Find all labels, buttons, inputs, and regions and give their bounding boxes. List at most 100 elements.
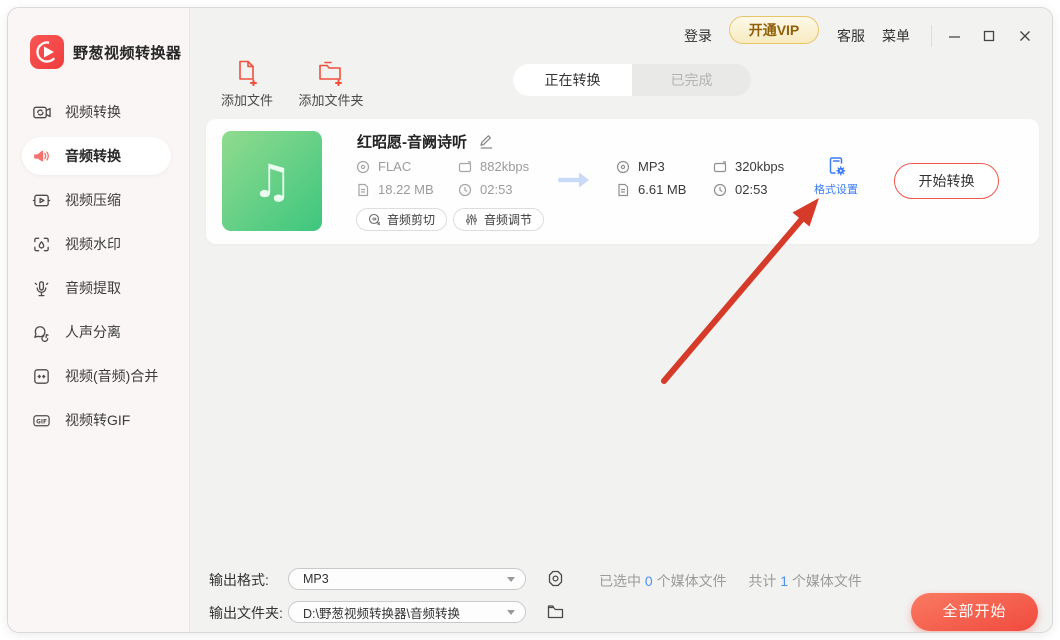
source-bitrate: 882kbps <box>458 159 529 174</box>
status-tabs: 正在转换 已完成 <box>513 64 751 96</box>
sidebar: 野葱视频转换器 视频转换 <box>8 8 190 632</box>
selected-unit: 个媒体文件 <box>657 573 727 589</box>
source-duration: 02:53 <box>458 182 513 197</box>
audio-thumbnail: ♫ <box>222 131 322 231</box>
audio-adjust-label: 音频调节 <box>484 211 532 228</box>
output-folder-label: 输出文件夹: <box>209 603 283 623</box>
audio-cut-tag[interactable]: 音频剪切 <box>356 208 447 231</box>
sidebar-item-label: 人声分离 <box>65 322 121 342</box>
maximize-icon[interactable] <box>976 24 1002 48</box>
open-folder-icon[interactable] <box>546 602 565 621</box>
vip-button[interactable]: 开通VIP <box>729 16 819 44</box>
output-duration: 02:53 <box>713 182 768 197</box>
sidebar-item-video-compress[interactable]: 视频压缩 <box>8 178 189 222</box>
menu-button[interactable]: 菜单 <box>882 22 910 50</box>
sidebar-item-video-to-gif[interactable]: GIF 视频转GIF <box>8 398 189 442</box>
video-convert-icon <box>32 103 51 122</box>
close-icon[interactable] <box>1012 24 1038 48</box>
output-size: 6.61 MB <box>616 182 686 197</box>
vocal-separate-icon <box>32 323 51 342</box>
source-format: FLAC <box>356 159 411 174</box>
add-file-label: 添加文件 <box>205 90 289 109</box>
sidebar-item-label: 视频转换 <box>65 102 121 122</box>
video-compress-icon <box>32 191 51 210</box>
sidebar-item-vocal-separate[interactable]: 人声分离 <box>8 310 189 354</box>
audio-adjust-tag[interactable]: 音频调节 <box>453 208 544 231</box>
tab-completed[interactable]: 已完成 <box>632 64 751 96</box>
sidebar-item-label: 音频提取 <box>65 278 121 298</box>
convert-arrow-icon <box>558 169 592 191</box>
sidebar-item-label: 视频(音频)合并 <box>65 366 158 386</box>
video-watermark-icon <box>32 235 51 254</box>
chevron-down-icon <box>507 577 515 582</box>
sidebar-nav: 视频转换 音频转换 <box>8 90 189 442</box>
output-folder-value: D:\野葱视频转换器\音频转换 <box>303 603 507 622</box>
total-label: 共计 <box>748 573 776 589</box>
titlebar-divider <box>931 25 932 47</box>
sidebar-item-audio-extract[interactable]: 音频提取 <box>8 266 189 310</box>
minimize-icon[interactable] <box>941 24 967 48</box>
add-folder-label: 添加文件夹 <box>289 90 373 109</box>
sidebar-item-media-merge[interactable]: 视频(音频)合并 <box>8 354 189 398</box>
bitrate-icon <box>713 160 727 174</box>
audio-convert-icon <box>32 147 51 166</box>
disc-icon <box>616 160 630 174</box>
file-size-icon <box>356 183 370 197</box>
titlebar: 登录 开通VIP 客服 菜单 <box>190 8 1053 64</box>
selected-label: 已选中 <box>599 573 641 589</box>
file-title: 红昭愿-音阙诗听 <box>357 131 467 152</box>
selected-count: 0 <box>645 573 653 589</box>
app-window: 野葱视频转换器 视频转换 <box>7 7 1053 633</box>
sidebar-item-label: 视频水印 <box>65 234 121 254</box>
app-root: 野葱视频转换器 视频转换 <box>0 0 1060 640</box>
app-logo-row: 野葱视频转换器 <box>30 35 182 69</box>
main-area: 登录 开通VIP 客服 菜单 <box>190 8 1053 633</box>
output-format: MP3 <box>616 159 665 174</box>
chevron-down-icon <box>507 610 515 615</box>
file-counts: 已选中 0 个媒体文件 共计 1 个媒体文件 <box>599 571 862 591</box>
sidebar-item-label: 视频压缩 <box>65 190 121 210</box>
output-format-select[interactable]: MP3 <box>288 568 526 590</box>
edit-title-icon[interactable] <box>478 133 495 150</box>
sidebar-item-audio-convert[interactable]: 音频转换 <box>8 134 189 178</box>
add-folder-icon <box>289 58 373 86</box>
file-row: ♫ 红昭愿-音阙诗听 FLAC <box>206 119 1039 244</box>
audio-extract-icon <box>32 279 51 298</box>
video-to-gif-icon: GIF <box>32 411 51 430</box>
audio-adjust-icon <box>465 213 478 226</box>
customer-service-button[interactable]: 客服 <box>837 22 865 50</box>
format-settings-icon <box>810 155 862 178</box>
clock-icon <box>458 183 472 197</box>
app-title: 野葱视频转换器 <box>73 42 182 63</box>
media-merge-icon <box>32 367 51 386</box>
clock-icon <box>713 183 727 197</box>
start-all-button[interactable]: 全部开始 <box>911 593 1038 631</box>
audio-cut-label: 音频剪切 <box>387 211 435 228</box>
output-bitrate: 320kbps <box>713 159 784 174</box>
total-count: 1 <box>780 573 788 589</box>
bitrate-icon <box>458 160 472 174</box>
output-format-value: MP3 <box>303 572 507 586</box>
add-folder-button[interactable]: 添加文件夹 <box>289 58 373 109</box>
tab-converting[interactable]: 正在转换 <box>513 64 632 96</box>
start-convert-button[interactable]: 开始转换 <box>894 163 999 199</box>
format-settings-button[interactable]: 格式设置 <box>810 155 862 197</box>
source-size: 18.22 MB <box>356 182 434 197</box>
file-size-icon <box>616 183 630 197</box>
total-unit: 个媒体文件 <box>792 573 862 589</box>
sidebar-item-video-convert[interactable]: 视频转换 <box>8 90 189 134</box>
sidebar-item-video-watermark[interactable]: 视频水印 <box>8 222 189 266</box>
add-file-button[interactable]: 添加文件 <box>205 58 289 109</box>
app-logo-icon <box>30 35 64 69</box>
sidebar-item-label: 视频转GIF <box>65 410 130 430</box>
output-format-label: 输出格式: <box>209 570 269 590</box>
sidebar-item-label: 音频转换 <box>65 146 121 166</box>
format-gear-icon[interactable] <box>546 569 565 588</box>
audio-cut-icon <box>368 213 381 226</box>
output-folder-select[interactable]: D:\野葱视频转换器\音频转换 <box>288 601 526 623</box>
svg-text:GIF: GIF <box>36 419 47 425</box>
format-settings-label: 格式设置 <box>810 181 862 197</box>
disc-icon <box>356 160 370 174</box>
music-note-icon: ♫ <box>251 154 292 208</box>
login-button[interactable]: 登录 <box>684 22 712 50</box>
